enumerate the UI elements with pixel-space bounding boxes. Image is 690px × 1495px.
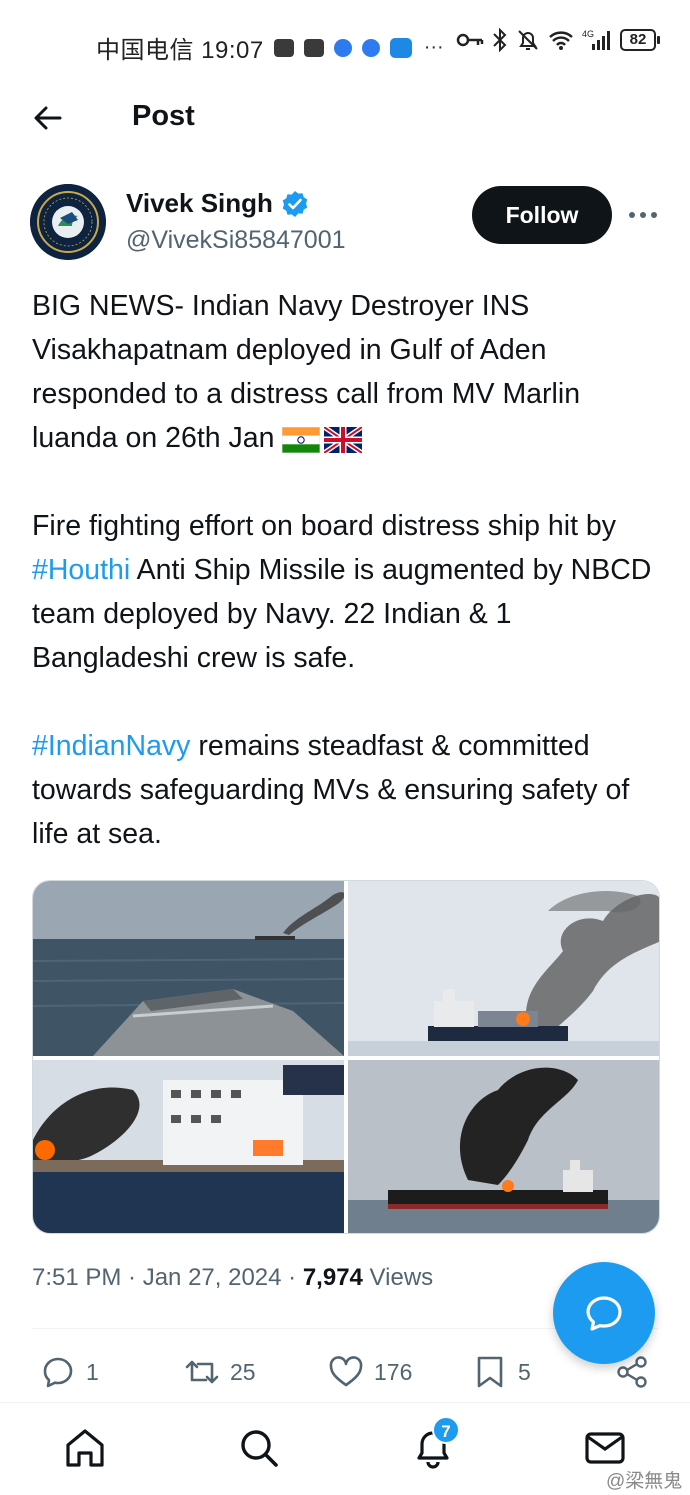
reply-count: 1 (86, 1358, 99, 1385)
author-row: Vivek Singh @VivekSi85847001 Follow (0, 184, 690, 264)
media-grid (32, 880, 660, 1234)
more-icon (629, 212, 657, 218)
home-icon (66, 1429, 104, 1467)
more-notifications-icon: ··· (423, 36, 444, 58)
more-options-button[interactable] (626, 200, 660, 230)
back-arrow-icon (34, 106, 62, 130)
nav-messages[interactable] (582, 1425, 628, 1471)
media-image-4[interactable] (348, 1060, 659, 1233)
battery-indicator: 82 (620, 29, 660, 51)
back-button[interactable] (30, 100, 66, 136)
search-icon (241, 1430, 278, 1467)
repost-icon (185, 1360, 219, 1384)
page-title: Post (132, 100, 195, 132)
status-bar: 中国电信 19:07 ··· 4G 82 (0, 0, 690, 88)
svg-text:4G: 4G (582, 29, 594, 39)
tweet-timestamp[interactable]: 7:51 PM · Jan 27, 2024 · (32, 1264, 303, 1291)
notifications-badge: 7 (432, 1416, 460, 1444)
carrier-time: 中国电信 19:07 (96, 37, 264, 64)
header: Post (0, 88, 690, 148)
tweet-paragraph-3: #IndianNavy remains steadfast & committe… (32, 724, 662, 856)
repost-button[interactable]: 25 (184, 1354, 256, 1390)
verified-icon (282, 190, 308, 217)
signal-icon: 4G (582, 29, 610, 50)
author-handle[interactable]: @VivekSi85847001 (126, 226, 346, 255)
status-right: 4G 82 (456, 28, 660, 52)
repost-count: 25 (230, 1358, 256, 1385)
media-image-2[interactable] (348, 881, 659, 1056)
like-button[interactable]: 176 (328, 1354, 412, 1390)
views-label: Views (362, 1264, 434, 1291)
reply-button[interactable]: 1 (40, 1354, 99, 1390)
app-notification-icon (389, 37, 412, 58)
tweet-paragraph-1: BIG NEWS- Indian Navy Destroyer INS Visa… (32, 284, 662, 460)
tweet-paragraph-2: Fire fighting effort on board distress s… (32, 504, 662, 680)
hashtag-indiannavy-link[interactable]: #IndianNavy (32, 730, 190, 762)
like-count: 176 (374, 1358, 413, 1385)
avatar[interactable] (30, 184, 106, 260)
status-left: 中国电信 19:07 ··· (96, 30, 444, 65)
reply-icon (43, 1357, 73, 1388)
key-icon (456, 33, 484, 47)
watermark: @梁無鬼 (606, 1471, 683, 1492)
bookmark-count: 5 (518, 1358, 531, 1385)
bookmark-icon (477, 1356, 503, 1388)
compose-icon (586, 1296, 622, 1331)
author-name-text: Vivek Singh (126, 188, 273, 218)
hashtag-houthi-link[interactable]: #Houthi (32, 554, 130, 586)
india-flag-icon (282, 427, 321, 453)
mute-bell-icon (518, 30, 538, 50)
bookmark-button[interactable]: 5 (472, 1354, 531, 1390)
avatar-emblem-icon (30, 184, 106, 260)
shield-notification-icon (333, 38, 352, 57)
nav-search[interactable] (236, 1425, 282, 1471)
nav-home[interactable] (62, 1425, 108, 1471)
tweet-text: BIG NEWS- Indian Navy Destroyer INS Visa… (32, 284, 662, 900)
compose-reply-fab[interactable] (553, 1262, 655, 1364)
media-image-3[interactable] (33, 1060, 344, 1233)
messages-icon (585, 1432, 625, 1464)
app-notification-icon (273, 38, 294, 57)
uk-flag-icon (324, 427, 363, 453)
media-image-1[interactable] (33, 881, 344, 1056)
views-count: 7,974 (302, 1264, 363, 1291)
tweet-p2-text: Fire fighting effort on board distress s… (32, 510, 617, 542)
bluetooth-icon (493, 28, 507, 52)
app-notification-icon (361, 38, 380, 57)
app-notification-icon (303, 38, 324, 57)
author-name[interactable]: Vivek Singh (126, 188, 309, 219)
like-icon (329, 1356, 363, 1387)
tweet-meta: 7:51 PM · Jan 27, 2024 · 7,974 Views (32, 1264, 433, 1292)
follow-button[interactable]: Follow (472, 186, 612, 244)
bottom-nav (0, 1402, 690, 1495)
wifi-icon (549, 31, 573, 50)
